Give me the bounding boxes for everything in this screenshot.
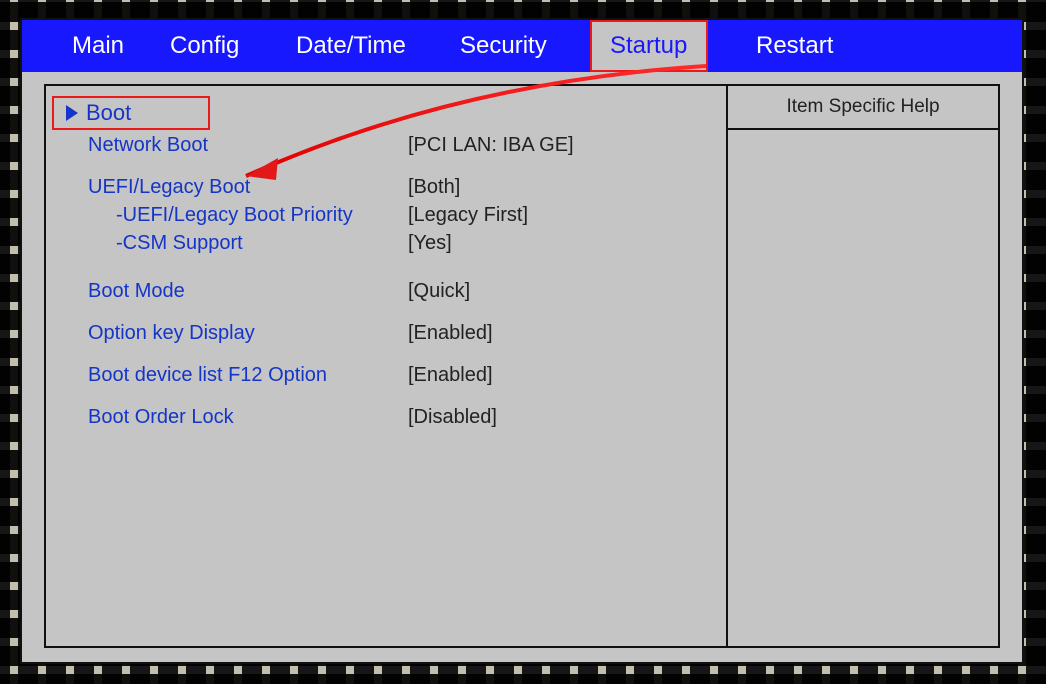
- tab-startup[interactable]: Startup: [590, 20, 708, 72]
- setting-label: -CSM Support: [58, 230, 408, 257]
- setting-label: Option key Display: [58, 320, 408, 347]
- setting-label: Boot Mode: [58, 278, 408, 305]
- setting-value[interactable]: [Disabled]: [408, 404, 497, 431]
- setting-row[interactable]: Boot device list F12 Option[Enabled]: [58, 362, 714, 389]
- setting-label: Boot Order Lock: [58, 404, 408, 431]
- setting-label: Network Boot: [58, 132, 408, 159]
- help-title: Item Specific Help: [728, 86, 998, 130]
- boot-label: Boot: [86, 100, 131, 126]
- boot-submenu[interactable]: Boot: [58, 100, 714, 126]
- help-panel: Item Specific Help: [726, 86, 998, 646]
- tab-bar: Main Config Date/Time Security Startup R…: [22, 20, 1022, 72]
- setting-row[interactable]: Boot Order Lock[Disabled]: [58, 404, 714, 431]
- triangle-right-icon: [66, 105, 78, 121]
- setting-row[interactable]: Option key Display[Enabled]: [58, 320, 714, 347]
- tab-main[interactable]: Main: [54, 20, 144, 72]
- setting-value[interactable]: [Quick]: [408, 278, 470, 305]
- setting-label: Boot device list F12 Option: [58, 362, 408, 389]
- setting-label: -UEFI/Legacy Boot Priority: [58, 202, 408, 229]
- help-body: [728, 130, 998, 646]
- tab-security[interactable]: Security: [442, 20, 568, 72]
- setting-value[interactable]: [Enabled]: [408, 320, 493, 347]
- setting-row[interactable]: Boot Mode[Quick]: [58, 278, 714, 305]
- setting-row[interactable]: -UEFI/Legacy Boot Priority[Legacy First]: [58, 202, 714, 229]
- setting-value[interactable]: [PCI LAN: IBA GE]: [408, 132, 574, 159]
- setting-row[interactable]: Network Boot[PCI LAN: IBA GE]: [58, 132, 714, 159]
- tab-date-time[interactable]: Date/Time: [278, 20, 428, 72]
- setting-value[interactable]: [Both]: [408, 174, 460, 201]
- setting-value[interactable]: [Legacy First]: [408, 202, 528, 229]
- setting-value[interactable]: [Enabled]: [408, 362, 493, 389]
- tab-config[interactable]: Config: [152, 20, 262, 72]
- content-panel: Boot Network Boot[PCI LAN: IBA GE]UEFI/L…: [44, 84, 1000, 648]
- bios-window: Main Config Date/Time Security Startup R…: [20, 18, 1024, 664]
- setting-row[interactable]: -CSM Support[Yes]: [58, 230, 714, 257]
- settings-list: Boot Network Boot[PCI LAN: IBA GE]UEFI/L…: [46, 86, 726, 646]
- setting-value[interactable]: [Yes]: [408, 230, 452, 257]
- tab-restart[interactable]: Restart: [738, 20, 851, 72]
- setting-label: UEFI/Legacy Boot: [58, 174, 408, 201]
- content-body: Boot Network Boot[PCI LAN: IBA GE]UEFI/L…: [22, 72, 1022, 662]
- setting-row[interactable]: UEFI/Legacy Boot[Both]: [58, 174, 714, 201]
